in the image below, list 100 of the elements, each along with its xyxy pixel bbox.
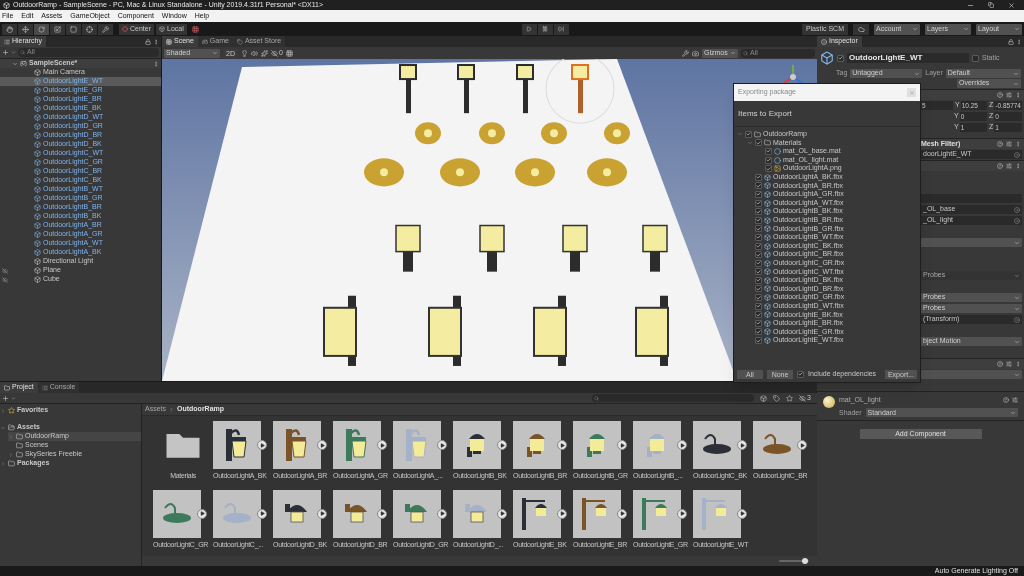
more-icon[interactable] bbox=[1015, 141, 1021, 147]
close-icon[interactable] bbox=[1008, 1, 1015, 9]
audio-icon[interactable] bbox=[250, 49, 258, 57]
lamp-thumbnail[interactable] bbox=[273, 489, 321, 538]
checkbox[interactable] bbox=[755, 268, 762, 276]
checkbox[interactable] bbox=[755, 139, 762, 147]
checkbox[interactable] bbox=[755, 337, 762, 345]
checkbox[interactable] bbox=[755, 319, 762, 327]
lock-icon[interactable] bbox=[1008, 38, 1014, 45]
expand-button[interactable] bbox=[497, 508, 507, 519]
expand-button[interactable] bbox=[797, 440, 807, 450]
more-icon[interactable] bbox=[1015, 92, 1021, 98]
expand-button[interactable] bbox=[737, 440, 747, 450]
favorite-icon[interactable] bbox=[786, 394, 794, 402]
static-checkbox[interactable] bbox=[972, 54, 979, 62]
more-icon[interactable] bbox=[1015, 163, 1021, 169]
lamp-thumbnail[interactable] bbox=[633, 489, 681, 538]
hidden-packages-icon[interactable] bbox=[799, 394, 807, 402]
expand-button[interactable] bbox=[677, 440, 687, 450]
slider-thumb[interactable] bbox=[802, 558, 809, 564]
lamp-thumbnail[interactable] bbox=[693, 421, 741, 469]
expand-button[interactable] bbox=[557, 508, 567, 519]
lamp-thumbnail[interactable] bbox=[333, 421, 381, 469]
pause-icon[interactable] bbox=[542, 26, 549, 32]
expand-button[interactable] bbox=[617, 440, 627, 450]
checkbox[interactable] bbox=[755, 328, 762, 336]
more-icon[interactable] bbox=[153, 38, 159, 45]
lamp-thumbnail[interactable] bbox=[453, 421, 501, 469]
lamp-thumbnail[interactable] bbox=[393, 489, 441, 538]
lamp-thumbnail[interactable] bbox=[573, 421, 621, 469]
more-icon[interactable] bbox=[1015, 361, 1021, 367]
expand-button[interactable] bbox=[197, 508, 207, 519]
lamp-thumbnail[interactable] bbox=[633, 421, 681, 469]
checkbox[interactable] bbox=[745, 130, 752, 138]
transform-tool-icon[interactable] bbox=[86, 25, 93, 33]
lamp-thumbnail[interactable] bbox=[213, 489, 261, 538]
checkbox[interactable] bbox=[765, 165, 772, 173]
more-icon[interactable] bbox=[1016, 38, 1022, 45]
search-field[interactable] bbox=[592, 394, 755, 402]
checkbox[interactable] bbox=[755, 311, 762, 319]
tools-icon[interactable] bbox=[682, 49, 689, 57]
expand-button[interactable] bbox=[677, 508, 687, 519]
lamp-thumbnail[interactable] bbox=[513, 421, 561, 469]
lamp-thumbnail[interactable] bbox=[453, 489, 501, 538]
rotate-tool-icon[interactable] bbox=[38, 25, 45, 33]
presets-icon[interactable] bbox=[1012, 397, 1018, 404]
checkbox[interactable] bbox=[755, 216, 762, 224]
checkbox[interactable] bbox=[755, 208, 762, 216]
lighting-icon[interactable] bbox=[240, 49, 248, 57]
presets-icon[interactable] bbox=[1006, 361, 1012, 367]
hidden-icon[interactable] bbox=[2, 267, 8, 274]
expand-button[interactable] bbox=[437, 508, 447, 519]
custom-tool-icon[interactable] bbox=[102, 25, 109, 33]
cloud-icon[interactable] bbox=[857, 25, 865, 33]
checkbox[interactable] bbox=[755, 190, 762, 198]
help-icon[interactable] bbox=[997, 361, 1003, 367]
lamp-thumbnail[interactable] bbox=[513, 489, 561, 538]
grid-snap-icon[interactable] bbox=[191, 25, 199, 33]
hand-tool-icon[interactable] bbox=[6, 25, 13, 33]
expand-button[interactable] bbox=[377, 508, 387, 519]
object-name-field[interactable]: OutdoorLightE_WT bbox=[847, 53, 969, 63]
camera-icon[interactable] bbox=[692, 49, 699, 57]
checkbox[interactable] bbox=[755, 199, 762, 207]
move-tool-icon[interactable] bbox=[22, 25, 29, 33]
lamp-thumbnail[interactable] bbox=[393, 421, 441, 469]
checkbox[interactable] bbox=[755, 276, 762, 284]
presets-icon[interactable] bbox=[1006, 163, 1012, 169]
checkbox[interactable] bbox=[755, 173, 762, 181]
lamp-thumbnail[interactable] bbox=[333, 489, 381, 538]
expand-button[interactable] bbox=[317, 440, 327, 450]
expand-button[interactable] bbox=[317, 508, 327, 519]
add-icon[interactable] bbox=[2, 49, 9, 56]
active-checkbox[interactable] bbox=[837, 54, 844, 62]
hidden-icon[interactable] bbox=[2, 276, 8, 283]
label-icon[interactable] bbox=[773, 394, 781, 402]
help-icon[interactable] bbox=[997, 163, 1003, 169]
checkbox[interactable] bbox=[755, 302, 762, 310]
add-icon[interactable] bbox=[2, 394, 9, 402]
hidden-objects-icon[interactable] bbox=[270, 49, 278, 57]
restore-icon[interactable] bbox=[988, 2, 994, 8]
checkbox[interactable] bbox=[755, 294, 762, 302]
lamp-thumbnail[interactable] bbox=[693, 489, 741, 538]
step-icon[interactable] bbox=[558, 26, 565, 32]
expand-button[interactable] bbox=[257, 508, 267, 519]
lamp-thumbnail[interactable] bbox=[273, 421, 321, 469]
checkbox[interactable] bbox=[755, 259, 762, 267]
rect-tool-icon[interactable] bbox=[70, 25, 77, 33]
presets-icon[interactable] bbox=[1006, 141, 1012, 147]
checkbox[interactable] bbox=[755, 225, 762, 233]
filter-type-icon[interactable] bbox=[760, 394, 768, 402]
lamp-thumbnail[interactable] bbox=[153, 489, 201, 538]
lamp-thumbnail[interactable] bbox=[213, 421, 261, 469]
more-icon[interactable] bbox=[153, 60, 159, 67]
expand-button[interactable] bbox=[737, 508, 747, 519]
expand-button[interactable] bbox=[617, 508, 627, 519]
presets-icon[interactable] bbox=[1006, 92, 1012, 98]
expand-button[interactable] bbox=[437, 440, 447, 450]
expand-button[interactable] bbox=[557, 440, 567, 450]
help-icon[interactable] bbox=[1003, 397, 1009, 404]
lamp-thumbnail[interactable] bbox=[573, 489, 621, 538]
